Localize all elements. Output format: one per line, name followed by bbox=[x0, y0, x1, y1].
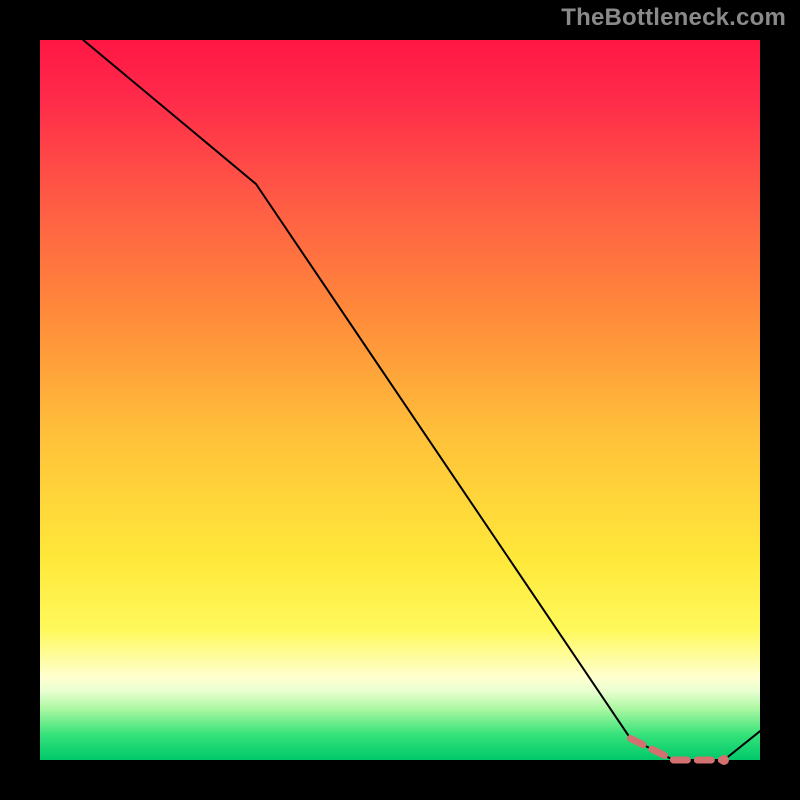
bottleneck-chart bbox=[0, 0, 800, 800]
watermark-text: TheBottleneck.com bbox=[561, 4, 786, 32]
highlight-end-dot bbox=[719, 755, 729, 765]
chart-stage: TheBottleneck.com bbox=[0, 0, 800, 800]
plot-background bbox=[40, 40, 760, 760]
